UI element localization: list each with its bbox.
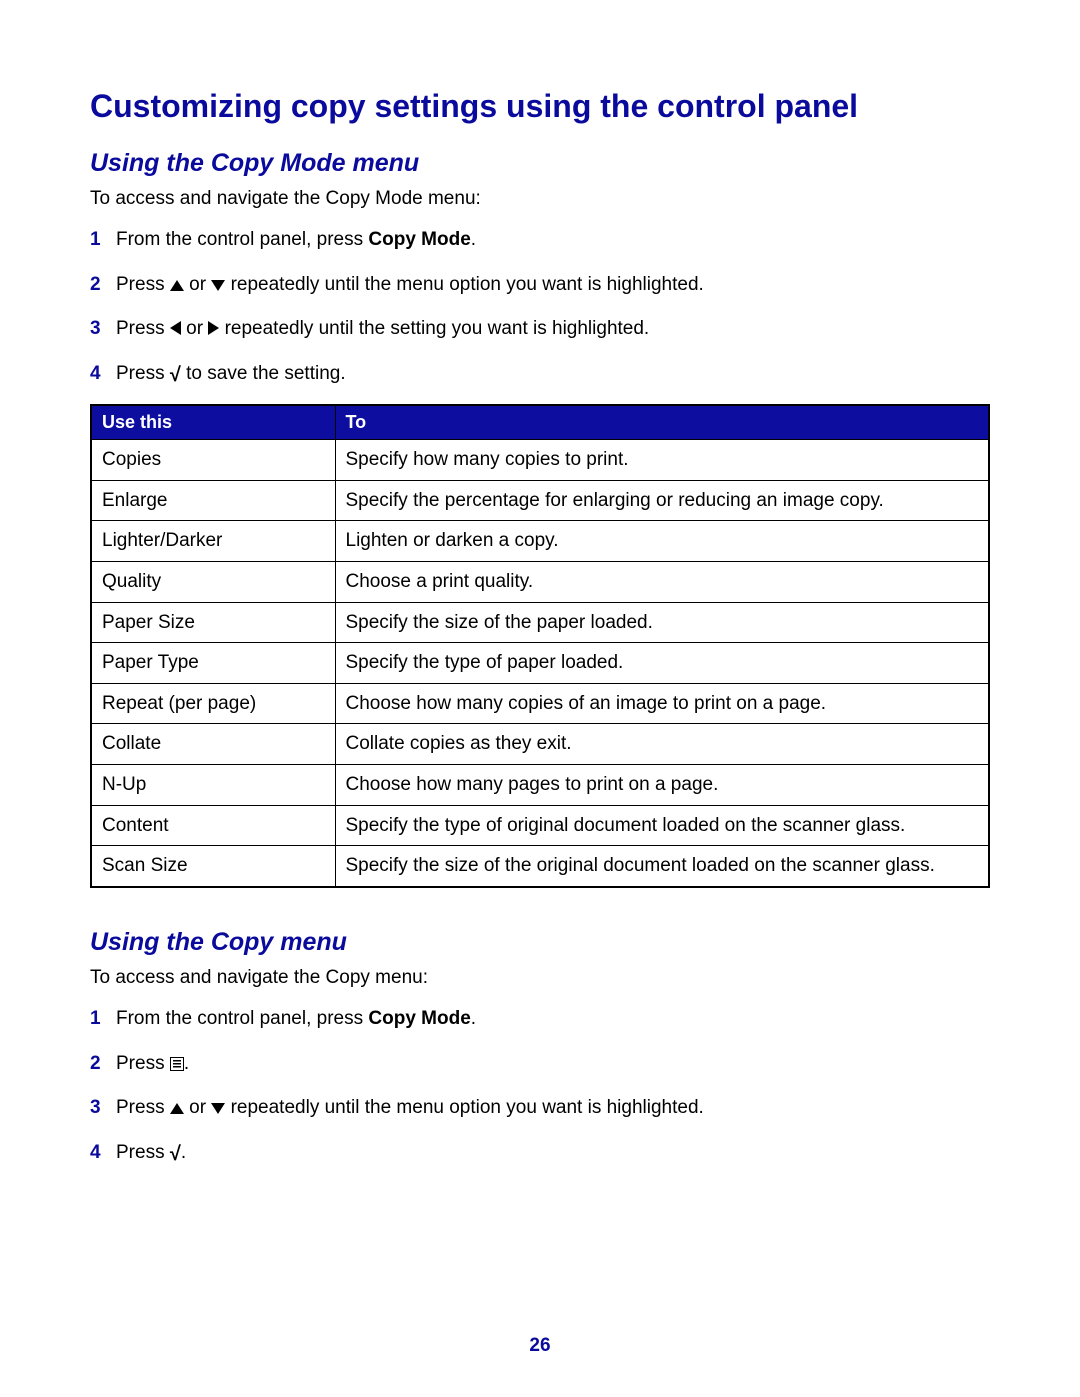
- section-intro: To access and navigate the Copy Mode men…: [90, 188, 990, 210]
- step: Press √ to save the setting.: [90, 360, 990, 389]
- step-text: or: [184, 1097, 211, 1118]
- table-row: EnlargeSpecify the percentage for enlarg…: [91, 480, 989, 521]
- table-row: Paper TypeSpecify the type of paper load…: [91, 643, 989, 684]
- table-cell-use: Repeat (per page): [91, 683, 335, 724]
- table-cell-use: Lighter/Darker: [91, 521, 335, 562]
- table-row: Paper SizeSpecify the size of the paper …: [91, 602, 989, 643]
- table-header-row: Use this To: [91, 405, 989, 440]
- table-cell-to: Lighten or darken a copy.: [335, 521, 989, 562]
- table-header: Use this: [91, 405, 335, 440]
- step-text: Press: [116, 1142, 170, 1163]
- table-cell-use: Scan Size: [91, 846, 335, 887]
- up-arrow-icon: [170, 1103, 184, 1114]
- step: From the control panel, press Copy Mode.: [90, 226, 990, 255]
- step-text: .: [471, 1008, 476, 1029]
- step-text: Press: [116, 1053, 170, 1074]
- table-cell-use: Quality: [91, 561, 335, 602]
- table-cell-use: Enlarge: [91, 480, 335, 521]
- check-icon: √: [170, 1144, 181, 1164]
- table-header: To: [335, 405, 989, 440]
- section-intro: To access and navigate the Copy menu:: [90, 967, 990, 989]
- table-cell-to: Choose how many pages to print on a page…: [335, 765, 989, 806]
- step-text: .: [184, 1053, 189, 1074]
- step-bold: Copy Mode: [368, 1008, 470, 1029]
- down-arrow-icon: [211, 1103, 225, 1114]
- table-cell-use: N-Up: [91, 765, 335, 806]
- check-icon: √: [170, 365, 181, 385]
- steps-copy-menu: From the control panel, press Copy Mode.…: [90, 1005, 990, 1167]
- steps-copy-mode: From the control panel, press Copy Mode.…: [90, 226, 990, 388]
- step-text: .: [471, 229, 476, 250]
- table-cell-to: Specify the percentage for enlarging or …: [335, 480, 989, 521]
- step-text: Press: [116, 318, 170, 339]
- table-row: ContentSpecify the type of original docu…: [91, 805, 989, 846]
- table-row: Scan SizeSpecify the size of the origina…: [91, 846, 989, 887]
- table-row: N-UpChoose how many pages to print on a …: [91, 765, 989, 806]
- table-cell-use: Copies: [91, 440, 335, 481]
- menu-icon: [170, 1057, 184, 1071]
- step-text: .: [181, 1142, 186, 1163]
- page-title: Customizing copy settings using the cont…: [90, 88, 990, 125]
- table-cell-to: Choose how many copies of an image to pr…: [335, 683, 989, 724]
- step-text: repeatedly until the menu option you wan…: [225, 1097, 703, 1118]
- table-cell-to: Choose a print quality.: [335, 561, 989, 602]
- step: From the control panel, press Copy Mode.: [90, 1005, 990, 1034]
- step: Press .: [90, 1050, 990, 1079]
- left-arrow-icon: [170, 321, 181, 335]
- step-text: to save the setting.: [181, 363, 346, 384]
- step-text: repeatedly until the menu option you wan…: [225, 274, 703, 295]
- section-heading-copy-mode: Using the Copy Mode menu: [90, 149, 990, 178]
- step: Press or repeatedly until the setting yo…: [90, 315, 990, 344]
- step-text: Press: [116, 363, 170, 384]
- table-cell-use: Paper Size: [91, 602, 335, 643]
- table-cell-use: Content: [91, 805, 335, 846]
- step: Press or repeatedly until the menu optio…: [90, 1094, 990, 1123]
- table-row: Lighter/DarkerLighten or darken a copy.: [91, 521, 989, 562]
- step-text: From the control panel, press: [116, 229, 368, 250]
- table-cell-to: Specify how many copies to print.: [335, 440, 989, 481]
- up-arrow-icon: [170, 280, 184, 291]
- table-row: QualityChoose a print quality.: [91, 561, 989, 602]
- table-cell-to: Specify the type of paper loaded.: [335, 643, 989, 684]
- step-bold: Copy Mode: [368, 229, 470, 250]
- table-cell-use: Collate: [91, 724, 335, 765]
- down-arrow-icon: [211, 280, 225, 291]
- table-cell-to: Specify the size of the original documen…: [335, 846, 989, 887]
- step-text: or: [184, 274, 211, 295]
- section-heading-copy-menu: Using the Copy menu: [90, 928, 990, 957]
- table-cell-to: Specify the type of original document lo…: [335, 805, 989, 846]
- table-cell-to: Collate copies as they exit.: [335, 724, 989, 765]
- table-cell-to: Specify the size of the paper loaded.: [335, 602, 989, 643]
- step-text: or: [181, 318, 208, 339]
- table-cell-use: Paper Type: [91, 643, 335, 684]
- table-row: CopiesSpecify how many copies to print.: [91, 440, 989, 481]
- step-text: From the control panel, press: [116, 1008, 368, 1029]
- copy-mode-options-table: Use this To CopiesSpecify how many copie…: [90, 404, 990, 888]
- table-row: CollateCollate copies as they exit.: [91, 724, 989, 765]
- step: Press √.: [90, 1139, 990, 1168]
- table-row: Repeat (per page)Choose how many copies …: [91, 683, 989, 724]
- step-text: Press: [116, 274, 170, 295]
- right-arrow-icon: [208, 321, 219, 335]
- document-page: Customizing copy settings using the cont…: [0, 0, 1080, 1397]
- step-text: repeatedly until the setting you want is…: [219, 318, 649, 339]
- page-number: 26: [0, 1335, 1080, 1357]
- step: Press or repeatedly until the menu optio…: [90, 271, 990, 300]
- step-text: Press: [116, 1097, 170, 1118]
